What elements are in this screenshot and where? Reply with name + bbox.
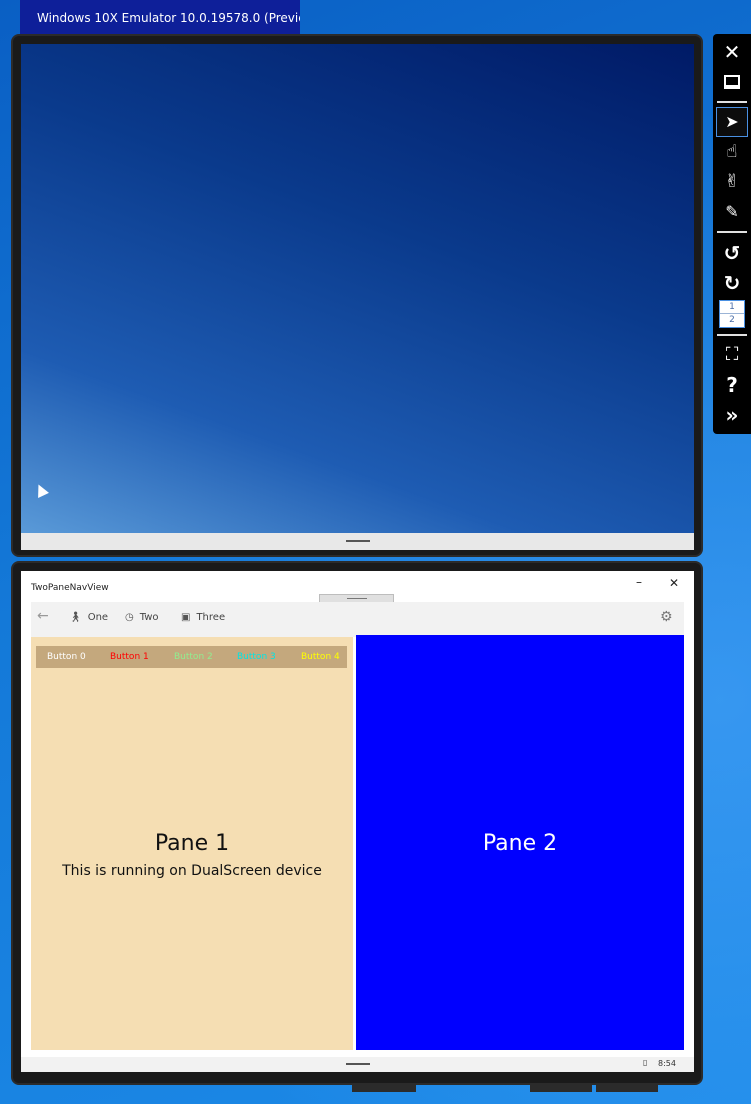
- hinge-tab: [530, 1083, 592, 1092]
- minimize-button[interactable]: –: [629, 575, 649, 589]
- nav-item-label: Two: [139, 612, 159, 623]
- battery-icon[interactable]: ▯: [643, 1058, 647, 1067]
- screen-1-label[interactable]: 1: [720, 301, 744, 314]
- minimize-icon[interactable]: [717, 68, 747, 96]
- emulator-toolbar: ✕ ➤ ☝ ✌ ✎ ↺ ↻ 1 2 ⛶ ? »: [713, 34, 751, 434]
- emulator-title: Windows 10X Emulator 10.0.19578.0 (Previ…: [37, 11, 300, 25]
- emulator-title-tab[interactable]: Windows 10X Emulator 10.0.19578.0 (Previ…: [20, 0, 300, 34]
- gesture-handle[interactable]: [346, 1063, 370, 1065]
- gesture-handle[interactable]: [346, 540, 370, 542]
- nav-item-label: One: [87, 612, 109, 623]
- touch-icon[interactable]: ☝: [717, 138, 747, 166]
- multitouch-icon[interactable]: ✌: [717, 168, 747, 196]
- photo-icon: ▣: [181, 612, 191, 623]
- button-bar: Button 0 Button 1 Button 2 Button 3 Butt…: [36, 646, 347, 668]
- pointer-icon[interactable]: ➤: [716, 107, 748, 137]
- mouse-cursor-icon: [33, 482, 49, 498]
- nav-item-label: Three: [196, 612, 226, 623]
- bottom-screen: TwoPaneNavView – ✕ ← 🚶︎ One ◷ Two ▣ Three ⚙…: [11, 561, 703, 1085]
- back-arrow-icon[interactable]: ←: [37, 608, 51, 624]
- top-display-wallpaper: [21, 44, 694, 533]
- button-1[interactable]: Button 1: [110, 652, 149, 662]
- hinge-tab: [352, 1083, 416, 1092]
- button-2[interactable]: Button 2: [174, 652, 213, 662]
- nav-item-one[interactable]: 🚶︎ One: [69, 612, 108, 623]
- rotate-left-icon[interactable]: ↺: [717, 239, 747, 267]
- screen-select-icon[interactable]: 1 2: [719, 300, 745, 328]
- app-window: TwoPaneNavView – ✕ ← 🚶︎ One ◷ Two ▣ Three ⚙…: [21, 571, 694, 1060]
- more-icon[interactable]: »: [717, 401, 747, 429]
- button-0[interactable]: Button 0: [47, 652, 86, 662]
- help-icon[interactable]: ?: [717, 371, 747, 399]
- clock-icon: ◷: [125, 612, 134, 623]
- hinge-tab: [596, 1083, 658, 1092]
- nav-item-two[interactable]: ◷ Two: [125, 612, 158, 623]
- top-nav-bar: ← 🚶︎ One ◷ Two ▣ Three ⚙: [31, 602, 684, 637]
- close-icon[interactable]: ✕: [717, 38, 747, 66]
- pen-icon[interactable]: ✎: [717, 198, 747, 226]
- rotate-right-icon[interactable]: ↻: [717, 269, 747, 297]
- pane-2: Pane 2: [356, 635, 684, 1050]
- clock-time[interactable]: 8:54: [658, 1059, 676, 1068]
- pane-1-subtitle: This is running on DualScreen device: [62, 863, 322, 879]
- fit-screen-icon[interactable]: ⛶: [717, 341, 747, 369]
- taskbar: ▯ 8:54: [21, 1057, 694, 1072]
- pane-1-title: Pane 1: [154, 831, 230, 856]
- button-3[interactable]: Button 3: [237, 652, 276, 662]
- nav-item-three[interactable]: ▣ Three: [181, 612, 225, 623]
- screen-2-label[interactable]: 2: [720, 314, 744, 327]
- toolbar-divider: [717, 231, 747, 233]
- pane-1: Button 0 Button 1 Button 2 Button 3 Butt…: [31, 637, 353, 1050]
- top-screen-gesture-bar[interactable]: [21, 533, 694, 550]
- person-icon: 🚶︎: [69, 612, 82, 623]
- button-4[interactable]: Button 4: [301, 652, 340, 662]
- pane-2-title: Pane 2: [482, 831, 558, 856]
- gear-icon[interactable]: ⚙: [660, 609, 673, 625]
- toolbar-divider: [717, 334, 747, 336]
- app-title: TwoPaneNavView: [31, 583, 109, 593]
- close-button[interactable]: ✕: [664, 576, 684, 590]
- toolbar-divider: [717, 101, 747, 103]
- top-screen: [11, 34, 703, 557]
